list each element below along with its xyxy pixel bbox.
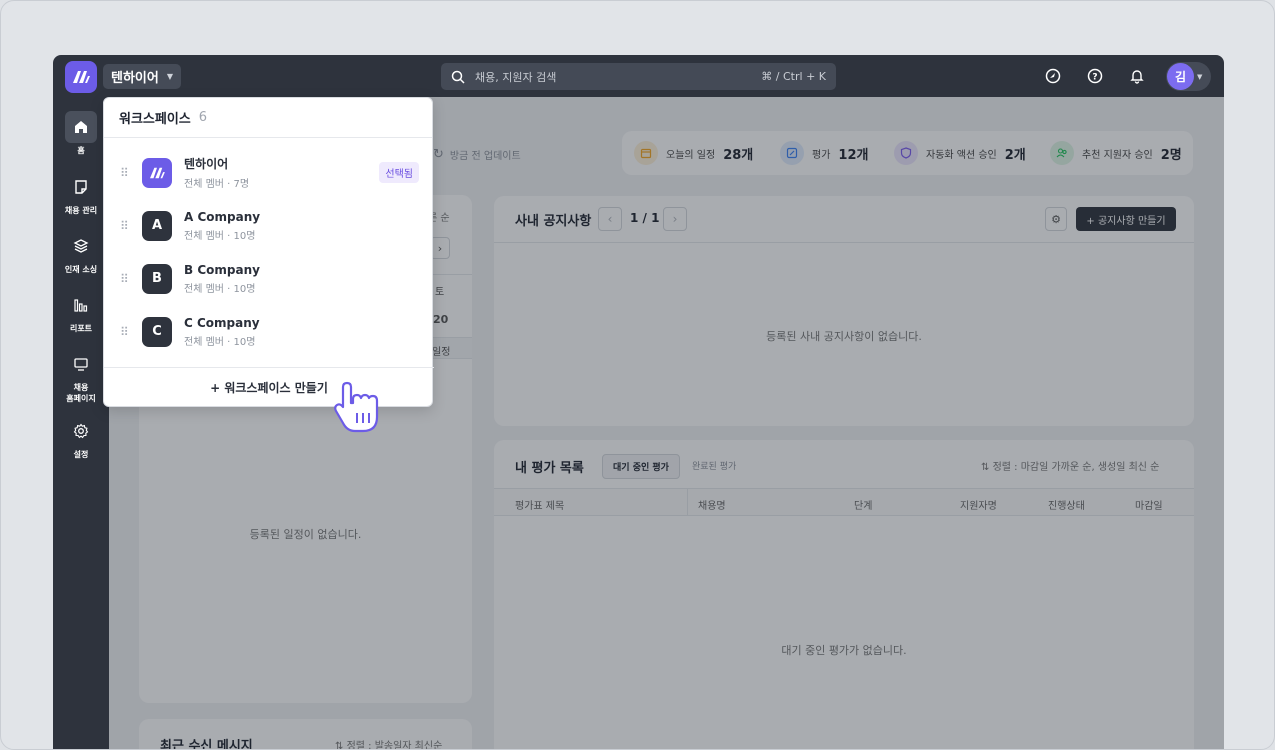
- workspace-dropdown-title: 워크스페이스: [119, 112, 191, 127]
- sidebar-item-recruit[interactable]: 채용 관리: [53, 171, 109, 216]
- workspace-item[interactable]: ⠿ B B Company 전체 멤버 · 10명: [104, 252, 434, 305]
- sidebar-item-sourcing[interactable]: 인재 소싱: [53, 230, 109, 275]
- workspace-switcher-button[interactable]: 텐하이어 ▼: [103, 64, 181, 89]
- sidebar: 홈 채용 관리 인재 소싱 리포트 채용 홈페이지 설정: [53, 97, 109, 749]
- home-icon: [75, 121, 87, 133]
- chat-icon[interactable]: [1044, 67, 1062, 85]
- selected-badge: 선택됨: [379, 162, 419, 183]
- workspace-item[interactable]: ⠿ 텐하이어 전체 멤버 · 7명 선택됨: [104, 146, 434, 199]
- drag-handle-icon[interactable]: ⠿: [120, 273, 130, 285]
- sidebar-item-label: 리포트: [69, 324, 93, 333]
- user-avatar-menu[interactable]: 김 ▼: [1166, 62, 1211, 91]
- workspace-count: 6: [198, 110, 208, 125]
- workspace-logo: [142, 157, 172, 188]
- workspace-name: B Company: [184, 262, 260, 277]
- monitor-icon: [74, 358, 88, 371]
- drag-handle-icon[interactable]: ⠿: [120, 220, 130, 232]
- sidebar-item-label: 채용 관리: [64, 206, 98, 215]
- global-search-input[interactable]: 채용, 지원자 검색 ⌘ / Ctrl + K: [441, 63, 836, 90]
- workspace-name: 텐하이어: [184, 157, 229, 171]
- workspace-dropdown-header: 워크스페이스 6: [104, 98, 432, 138]
- window-frame: 텐하이어 ▼ 채용, 지원자 검색 ⌘ / Ctrl + K ? 김 ▼ 홈 채…: [0, 0, 1275, 750]
- sidebar-item-report[interactable]: 리포트: [53, 289, 109, 334]
- top-bar: 텐하이어 ▼ 채용, 지원자 검색 ⌘ / Ctrl + K ? 김 ▼: [53, 55, 1224, 97]
- search-placeholder: 채용, 지원자 검색: [475, 70, 557, 84]
- sidebar-item-label: 홈: [77, 146, 85, 155]
- sidebar-item-settings[interactable]: 설정: [53, 415, 109, 460]
- drag-handle-icon[interactable]: ⠿: [120, 167, 130, 179]
- workspace-dropdown: 워크스페이스 6 ⠿ 텐하이어 전체 멤버 · 7명 선택됨 ⠿ A A Com…: [103, 97, 434, 407]
- workspace-members: 전체 멤버 · 10명: [184, 336, 256, 348]
- hand-cursor-icon: [334, 381, 379, 433]
- avatar: 김: [1167, 63, 1194, 90]
- workspace-logo: C: [142, 316, 172, 347]
- workspace-members: 전체 멤버 · 10명: [184, 230, 256, 242]
- workspace-members: 전체 멤버 · 10명: [184, 283, 256, 295]
- workspace-item[interactable]: ⠿ C C Company 전체 멤버 · 10명: [104, 305, 434, 358]
- drag-handle-icon[interactable]: ⠿: [120, 326, 130, 338]
- bar-chart-icon: [74, 299, 88, 312]
- app-logo[interactable]: [65, 61, 97, 93]
- chevron-down-icon: ▼: [1197, 72, 1203, 81]
- workspace-members: 전체 멤버 · 7명: [184, 179, 250, 190]
- sidebar-item-label: 설정: [73, 450, 89, 459]
- workspace-name: A Company: [184, 209, 261, 224]
- sidebar-item-label: 채용 홈페이지: [66, 383, 96, 403]
- chevron-down-icon: ▼: [166, 72, 173, 81]
- search-icon: [451, 70, 465, 84]
- sidebar-item-label: 인재 소싱: [64, 265, 98, 274]
- create-workspace-button[interactable]: + 워크스페이스 만들기: [104, 367, 434, 407]
- bell-icon[interactable]: [1128, 67, 1146, 85]
- note-icon: [75, 180, 87, 194]
- sidebar-item-career-site[interactable]: 채용 홈페이지: [53, 348, 109, 404]
- sidebar-item-home[interactable]: 홈: [53, 111, 109, 156]
- workspace-item[interactable]: ⠿ A A Company 전체 멤버 · 10명: [104, 199, 434, 252]
- search-shortcut: ⌘ / Ctrl + K: [761, 70, 826, 83]
- workspace-name: 텐하이어: [111, 71, 159, 86]
- workspace-logo: B: [142, 263, 172, 294]
- layers-icon: [73, 239, 89, 253]
- help-icon[interactable]: ?: [1086, 67, 1104, 85]
- gear-icon: [73, 423, 89, 439]
- workspace-logo: A: [142, 210, 172, 241]
- svg-text:?: ?: [1092, 73, 1097, 83]
- workspace-name: C Company: [184, 315, 260, 330]
